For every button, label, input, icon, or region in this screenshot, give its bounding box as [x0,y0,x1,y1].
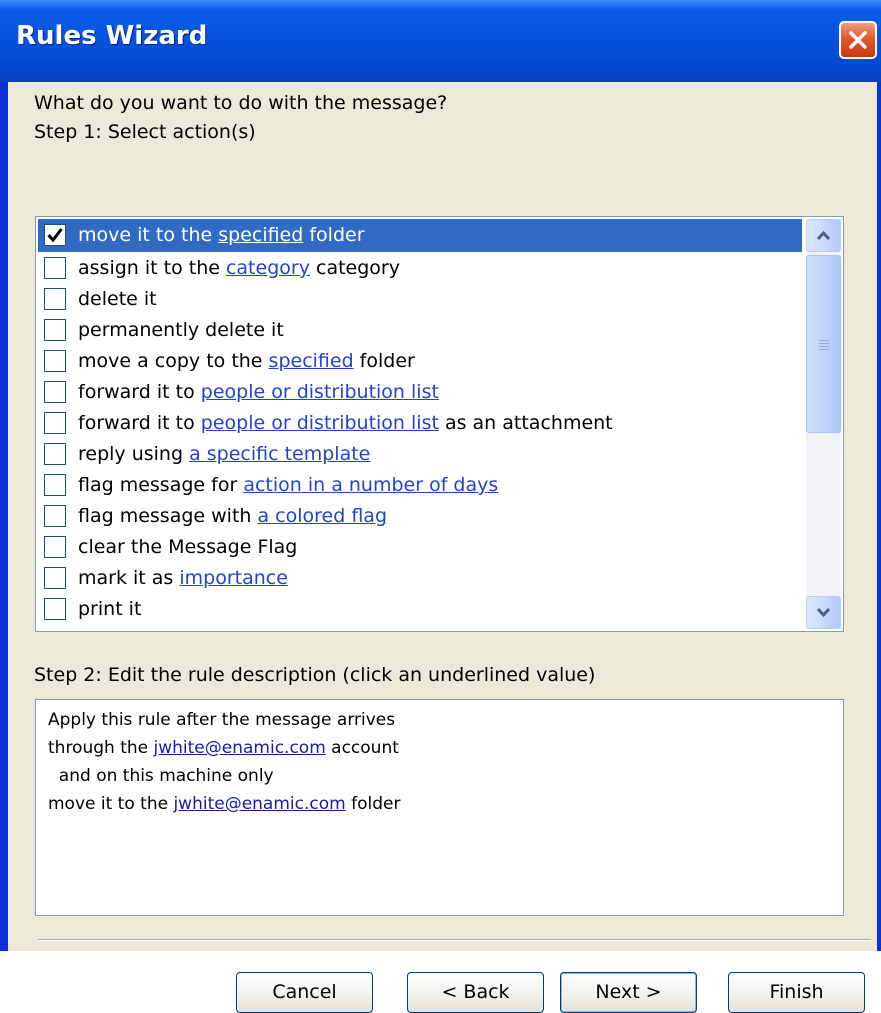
thumb-grip [819,340,829,341]
checkbox[interactable] [44,350,66,372]
checkbox[interactable] [44,288,66,310]
rule-description-box: Apply this rule after the message arrive… [35,699,844,916]
scroll-thumb[interactable] [806,255,841,433]
checkbox[interactable] [44,536,66,558]
vertical-scrollbar[interactable] [806,219,841,629]
action-link[interactable]: people or distribution list [201,381,439,403]
action-label: print it [78,598,142,620]
action-link[interactable]: a colored flag [258,505,388,527]
checkbox[interactable] [44,598,66,620]
folder-link[interactable]: jwhite@enamic.com [173,794,345,814]
description-line: move it to the jwhite@enamic.com folder [48,794,401,814]
action-link[interactable]: people or distribution list [201,412,439,434]
checkbox[interactable] [44,257,66,279]
list-item[interactable]: move it to the specified folder [38,219,802,252]
thumb-grip [819,349,829,350]
action-link[interactable]: category [226,257,310,279]
checkbox[interactable] [44,319,66,341]
window-title: Rules Wizard [16,21,208,51]
action-label: permanently delete it [78,319,284,341]
action-link[interactable]: specified [218,224,303,246]
checkbox[interactable] [44,412,66,434]
checkbox[interactable] [44,567,66,589]
close-button[interactable] [839,21,877,59]
back-button[interactable]: < Back [407,972,544,1013]
list-item[interactable]: mark it as importance [38,562,802,595]
description-line: Apply this rule after the message arrive… [48,710,396,730]
chevron-up-icon [816,230,831,241]
checkbox[interactable] [44,381,66,403]
close-icon [849,31,867,49]
list-item[interactable]: permanently delete it [38,314,802,347]
list-item[interactable]: reply using a specific template [38,438,802,471]
action-label: assign it to the category category [78,257,400,279]
step2-heading: Step 2: Edit the rule description (click… [34,664,596,686]
checkmark-icon [47,228,63,243]
scroll-down-button[interactable] [806,596,841,629]
action-label: move a copy to the specified folder [78,350,415,372]
action-label: flag message for action in a number of d… [78,474,499,496]
cancel-button[interactable]: Cancel [236,972,373,1013]
chevron-down-icon [816,607,831,618]
action-label: reply using a specific template [78,443,371,465]
actions-list[interactable]: move it to the specified folder assign i… [35,216,844,632]
next-button[interactable]: Next > [560,972,697,1013]
title-bar[interactable]: Rules Wizard [0,0,881,82]
action-label: forward it to people or distribution lis… [78,381,439,403]
checkbox[interactable] [44,443,66,465]
description-line: and on this machine only [48,766,274,786]
action-link[interactable]: specified [269,350,354,372]
step1-heading: Step 1: Select action(s) [34,121,256,143]
step1-question: What do you want to do with the message? [34,92,448,114]
action-link[interactable]: a specific template [189,443,370,465]
action-label: delete it [78,288,157,310]
action-label: clear the Message Flag [78,536,298,558]
list-item[interactable]: flag message for action in a number of d… [38,469,802,502]
list-item[interactable]: delete it [38,283,802,316]
action-label: move it to the specified folder [78,224,365,246]
list-item[interactable]: forward it to people or distribution lis… [38,407,802,440]
checkbox[interactable] [44,474,66,496]
action-label: flag message with a colored flag [78,505,388,527]
action-label: mark it as importance [78,567,288,589]
checkbox[interactable] [44,224,66,246]
dialog-body: What do you want to do with the message?… [8,82,877,1013]
account-link[interactable]: jwhite@enamic.com [154,738,326,758]
thumb-grip [819,346,829,347]
list-item[interactable]: clear the Message Flag [38,531,802,564]
action-link[interactable]: importance [179,567,288,589]
list-item[interactable]: flag message with a colored flag [38,500,802,533]
thumb-grip [819,343,829,344]
action-label: forward it to people or distribution lis… [78,412,613,434]
finish-button[interactable]: Finish [728,972,865,1013]
scroll-up-button[interactable] [806,219,841,252]
description-line: through the jwhite@enamic.com account [48,738,399,758]
list-item[interactable]: print it [38,593,802,626]
action-link[interactable]: action in a number of days [243,474,498,496]
rules-wizard-window: Rules Wizard What do you want to do with… [0,0,881,1013]
list-item[interactable]: move a copy to the specified folder [38,345,802,378]
checkbox[interactable] [44,505,66,527]
separator [38,939,871,941]
list-item[interactable]: forward it to people or distribution lis… [38,376,802,409]
list-item[interactable]: assign it to the category category [38,252,802,285]
